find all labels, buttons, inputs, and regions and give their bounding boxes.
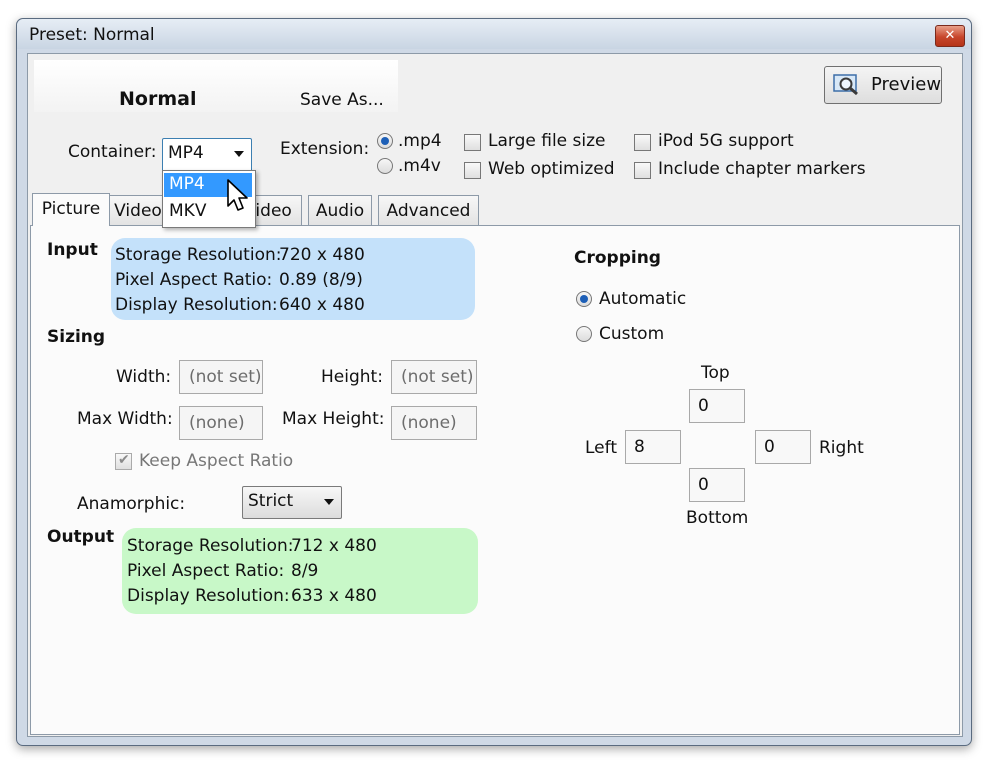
anamorphic-select[interactable]: Strict (242, 486, 342, 519)
preview-button[interactable]: Preview (824, 66, 942, 104)
output-heading: Output (47, 527, 115, 547)
crop-top-value: 0 (698, 396, 709, 416)
container-label: Container: (68, 142, 157, 162)
anamorphic-selected-value: Strict (248, 491, 294, 511)
web-optimized-checkbox[interactable] (464, 162, 481, 179)
height-input[interactable]: (not set) (391, 360, 477, 394)
input-storage-resolution-label: Storage Resolution: (115, 245, 282, 265)
crop-left-input[interactable]: 8 (625, 430, 681, 464)
tab-advanced[interactable]: Advanced (378, 195, 479, 225)
preview-magnifier-icon (833, 74, 861, 96)
chevron-down-icon (324, 499, 334, 505)
keep-aspect-ratio-label: Keep Aspect Ratio (139, 451, 294, 471)
crop-left-value: 8 (634, 437, 645, 457)
extension-mp4-label[interactable]: .mp4 (398, 131, 442, 151)
close-button[interactable]: ✕ (935, 25, 965, 47)
extension-label: Extension: (280, 139, 370, 159)
window-client-area: Normal Save As... Preview Container: MP4… (27, 53, 963, 737)
tab-label: Audio (315, 201, 365, 221)
dropdown-option-mkv[interactable]: MKV (169, 201, 206, 221)
crop-right-label: Right (819, 438, 864, 458)
input-display-resolution-value: 640 x 480 (279, 295, 365, 315)
max-height-label: Max Height: (282, 409, 385, 429)
max-height-input[interactable]: (none) (391, 406, 477, 440)
width-input-value: (not set) (189, 367, 262, 387)
preset-window: Preset: Normal ✕ Normal Save As... Previ… (16, 18, 972, 746)
include-chapter-markers-label[interactable]: Include chapter markers (658, 159, 866, 179)
cropping-custom-label[interactable]: Custom (599, 324, 664, 344)
crop-top-input[interactable]: 0 (689, 389, 745, 423)
output-pixel-aspect-ratio-value: 8/9 (291, 561, 319, 581)
title-bar[interactable]: Preset: Normal ✕ (17, 19, 971, 49)
crop-bottom-input[interactable]: 0 (689, 468, 745, 502)
window-title: Preset: Normal (29, 25, 155, 45)
input-display-resolution-label: Display Resolution: (115, 295, 278, 315)
output-display-resolution-value: 633 x 480 (291, 586, 377, 606)
output-storage-resolution-value: 712 x 480 (291, 536, 377, 556)
height-label: Height: (321, 367, 383, 387)
checkmark-icon: ✔ (118, 452, 130, 468)
cropping-heading: Cropping (574, 248, 661, 268)
crop-right-input[interactable]: 0 (755, 430, 811, 464)
chevron-down-icon (234, 151, 244, 157)
crop-top-label: Top (701, 363, 730, 383)
input-heading: Input (47, 240, 98, 260)
max-width-label: Max Width: (77, 409, 173, 429)
cropping-automatic-radio[interactable] (576, 291, 592, 307)
dropdown-option-mp4[interactable]: MP4 (169, 174, 205, 194)
large-file-size-label[interactable]: Large file size (488, 131, 606, 151)
cropping-custom-radio[interactable] (576, 326, 592, 342)
crop-left-label: Left (585, 438, 617, 458)
include-chapter-markers-checkbox[interactable] (634, 162, 651, 179)
extension-m4v-radio[interactable] (377, 158, 393, 174)
input-pixel-aspect-ratio-label: Pixel Aspect Ratio: (115, 270, 273, 290)
max-height-input-value: (none) (401, 413, 457, 433)
ipod-5g-support-label[interactable]: iPod 5G support (658, 131, 794, 151)
crop-bottom-label: Bottom (686, 508, 749, 528)
ipod-5g-support-checkbox[interactable] (634, 134, 651, 151)
web-optimized-label[interactable]: Web optimized (488, 159, 615, 179)
output-display-resolution-label: Display Resolution: (127, 586, 290, 606)
output-info-box: Storage Resolution: 712 x 480 Pixel Aspe… (122, 528, 478, 614)
preset-name: Normal (119, 88, 197, 110)
crop-right-value: 0 (764, 437, 775, 457)
output-pixel-aspect-ratio-label: Pixel Aspect Ratio: (127, 561, 285, 581)
picture-tab-panel: Input Storage Resolution: 720 x 480 Pixe… (30, 225, 960, 735)
input-storage-resolution-value: 720 x 480 (279, 245, 365, 265)
preview-label: Preview (871, 74, 942, 95)
height-input-value: (not set) (401, 367, 474, 387)
save-as-button[interactable]: Save As... (300, 90, 384, 110)
output-storage-resolution-label: Storage Resolution: (127, 536, 294, 556)
input-pixel-aspect-ratio-value: 0.89 (8/9) (279, 270, 363, 290)
tab-label: Video (114, 201, 162, 221)
input-info-box: Storage Resolution: 720 x 480 Pixel Aspe… (111, 238, 475, 320)
tab-audio[interactable]: Audio (308, 195, 372, 225)
sizing-heading: Sizing (47, 327, 106, 347)
cropping-automatic-label[interactable]: Automatic (599, 289, 686, 309)
mouse-pointer-icon (226, 178, 252, 214)
tab-video[interactable]: Video (107, 195, 169, 225)
width-label: Width: (116, 367, 172, 387)
max-width-input-value: (none) (189, 413, 245, 433)
keep-aspect-ratio-checkbox[interactable]: ✔ (115, 452, 132, 470)
large-file-size-checkbox[interactable] (464, 134, 481, 151)
tab-picture[interactable]: Picture (32, 193, 110, 226)
extension-m4v-label[interactable]: .m4v (398, 156, 441, 176)
extension-mp4-radio[interactable] (377, 133, 393, 149)
tab-label: Picture (41, 199, 101, 219)
tab-label: Advanced (386, 201, 471, 221)
width-input[interactable]: (not set) (179, 360, 263, 394)
container-selected-value: MP4 (168, 143, 204, 163)
crop-bottom-value: 0 (698, 475, 709, 495)
container-select[interactable]: MP4 (162, 138, 252, 172)
max-width-input[interactable]: (none) (179, 406, 263, 440)
anamorphic-label: Anamorphic: (77, 494, 186, 514)
